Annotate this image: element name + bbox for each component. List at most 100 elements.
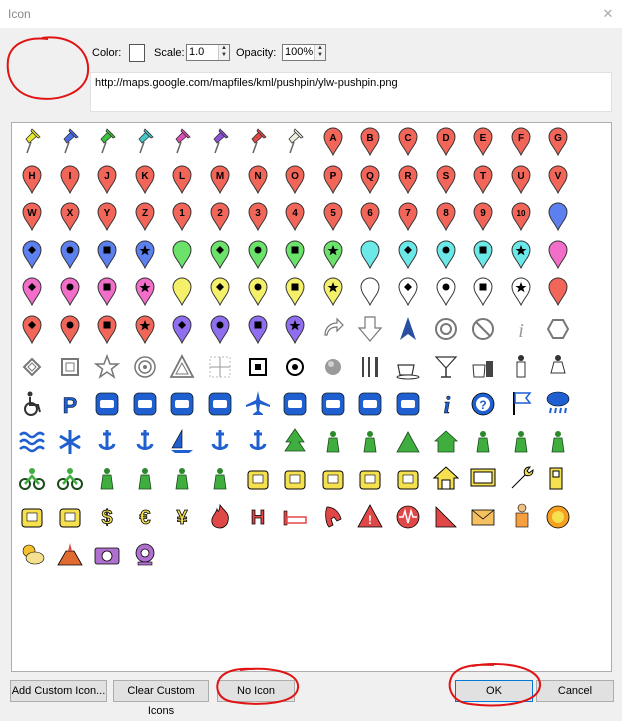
dining-icon[interactable]	[356, 351, 384, 383]
motorbike-icon[interactable]	[56, 463, 84, 495]
marker-x-icon[interactable]: X	[56, 200, 84, 232]
basket-icon[interactable]	[356, 463, 384, 495]
ferry-icon[interactable]	[281, 388, 309, 420]
swimming-icon[interactable]	[206, 426, 234, 458]
wheelchair-icon[interactable]	[18, 388, 46, 420]
white-pushpin[interactable]	[281, 125, 309, 157]
purple-pushpin[interactable]	[206, 125, 234, 157]
green-paddle-4-icon[interactable]	[319, 238, 347, 270]
pink-paddle-3-icon[interactable]	[93, 275, 121, 307]
cycling-icon[interactable]	[18, 463, 46, 495]
post-office-icon[interactable]	[469, 501, 497, 533]
spin-up-icon[interactable]: ▲	[219, 45, 229, 52]
euro-icon[interactable]: €	[131, 501, 159, 533]
falling-rocks-icon[interactable]	[432, 501, 460, 533]
arrow-down-icon[interactable]	[356, 313, 384, 345]
snowflake-icon[interactable]	[56, 426, 84, 458]
help-icon[interactable]: ?	[469, 388, 497, 420]
bar-icon[interactable]	[432, 351, 460, 383]
pink-paddle-1-icon[interactable]	[18, 275, 46, 307]
earthquake-icon[interactable]	[394, 501, 422, 533]
marker-y-icon[interactable]: Y	[93, 200, 121, 232]
hospital-icon[interactable]: H	[244, 501, 272, 533]
grey-sphere-icon[interactable]	[319, 351, 347, 383]
spin-up-icon[interactable]: ▲	[315, 45, 325, 52]
camera-icon[interactable]	[93, 539, 121, 571]
white-paddle-1-icon[interactable]	[394, 275, 422, 307]
blue-paddle-1-icon[interactable]	[18, 238, 46, 270]
man-icon[interactable]	[507, 351, 535, 383]
spin-down-icon[interactable]: ▼	[315, 52, 325, 59]
scale-spin-arrows[interactable]: ▲ ▼	[218, 45, 229, 60]
yellow-paddle-2-icon[interactable]	[244, 275, 272, 307]
red-paddle-2-icon[interactable]	[56, 313, 84, 345]
purple-paddle-0-icon[interactable]	[168, 313, 196, 345]
marker-r-icon[interactable]: R	[394, 163, 422, 195]
triangle-outline-icon[interactable]	[168, 351, 196, 383]
red-pushpin[interactable]	[244, 125, 272, 157]
square-icon[interactable]	[56, 351, 84, 383]
yen-icon[interactable]: ¥	[168, 501, 196, 533]
green-paddle-1-icon[interactable]	[206, 238, 234, 270]
flag-icon[interactable]	[507, 388, 535, 420]
info-icon[interactable]: i	[432, 388, 460, 420]
snack-icon[interactable]	[469, 351, 497, 383]
marker-v-icon[interactable]: V	[544, 163, 572, 195]
rail-icon[interactable]	[206, 388, 234, 420]
picnic-icon[interactable]	[356, 426, 384, 458]
target-circle-icon[interactable]	[432, 313, 460, 345]
marker-e-icon[interactable]: E	[469, 125, 497, 157]
color-swatch[interactable]	[129, 44, 145, 62]
white-paddle-2-icon[interactable]	[432, 275, 460, 307]
marker-h-icon[interactable]: H	[18, 163, 46, 195]
coffee-icon[interactable]	[394, 351, 422, 383]
pink-pushpin[interactable]	[168, 125, 196, 157]
marker-j-icon[interactable]: J	[93, 163, 121, 195]
horse-icon[interactable]	[93, 463, 121, 495]
yellow-paddle-1-icon[interactable]	[206, 275, 234, 307]
no-entry-icon[interactable]	[469, 313, 497, 345]
marker-2-icon[interactable]: 2	[206, 200, 234, 232]
marker-a-icon[interactable]: A	[319, 125, 347, 157]
yellow-paddle-0-icon[interactable]	[168, 275, 196, 307]
marker-7-icon[interactable]: 7	[394, 200, 422, 232]
lightblue-pushpin[interactable]	[131, 125, 159, 157]
marker-10-icon[interactable]: 10	[507, 200, 535, 232]
pink-paddle-2-icon[interactable]	[56, 275, 84, 307]
golf-icon[interactable]	[131, 463, 159, 495]
marker-9-icon[interactable]: 9	[469, 200, 497, 232]
sailing-icon[interactable]	[168, 426, 196, 458]
cyan-paddle-2-icon[interactable]	[432, 238, 460, 270]
marker-c-icon[interactable]: C	[394, 125, 422, 157]
phone-icon[interactable]	[319, 501, 347, 533]
fishing-icon[interactable]	[131, 426, 159, 458]
sunny-icon[interactable]	[544, 501, 572, 533]
subway-icon[interactable]	[356, 388, 384, 420]
marker-z-icon[interactable]: Z	[131, 200, 159, 232]
water-icon[interactable]	[18, 426, 46, 458]
blue-paddle-4-icon[interactable]	[131, 238, 159, 270]
theater-icon[interactable]	[394, 463, 422, 495]
green-paddle-0-icon[interactable]	[168, 238, 196, 270]
marker-w-icon[interactable]: W	[18, 200, 46, 232]
campfire-icon[interactable]	[319, 426, 347, 458]
red-paddle-3-icon[interactable]	[93, 313, 121, 345]
toilets-icon[interactable]	[469, 426, 497, 458]
gas-station-icon[interactable]	[544, 463, 572, 495]
opacity-spinner[interactable]: 100% ▲ ▼	[282, 44, 326, 61]
marker-g-icon[interactable]: G	[544, 125, 572, 157]
grocery-icon[interactable]	[319, 463, 347, 495]
marker-f-icon[interactable]: F	[507, 125, 535, 157]
green-pushpin[interactable]	[93, 125, 121, 157]
marker-3-icon[interactable]: 3	[244, 200, 272, 232]
skiing-icon[interactable]	[244, 426, 272, 458]
marker-1-icon[interactable]: 1	[168, 200, 196, 232]
arrow-reshare-icon[interactable]	[319, 313, 347, 345]
webcam-icon[interactable]	[131, 539, 159, 571]
camera-shop-icon[interactable]	[281, 463, 309, 495]
pink-paddle-4-icon[interactable]	[131, 275, 159, 307]
caution-icon[interactable]: !	[356, 501, 384, 533]
scale-spinner[interactable]: 1.0 ▲ ▼	[186, 44, 230, 61]
marker-q-icon[interactable]: Q	[356, 163, 384, 195]
fire-icon[interactable]	[206, 501, 234, 533]
